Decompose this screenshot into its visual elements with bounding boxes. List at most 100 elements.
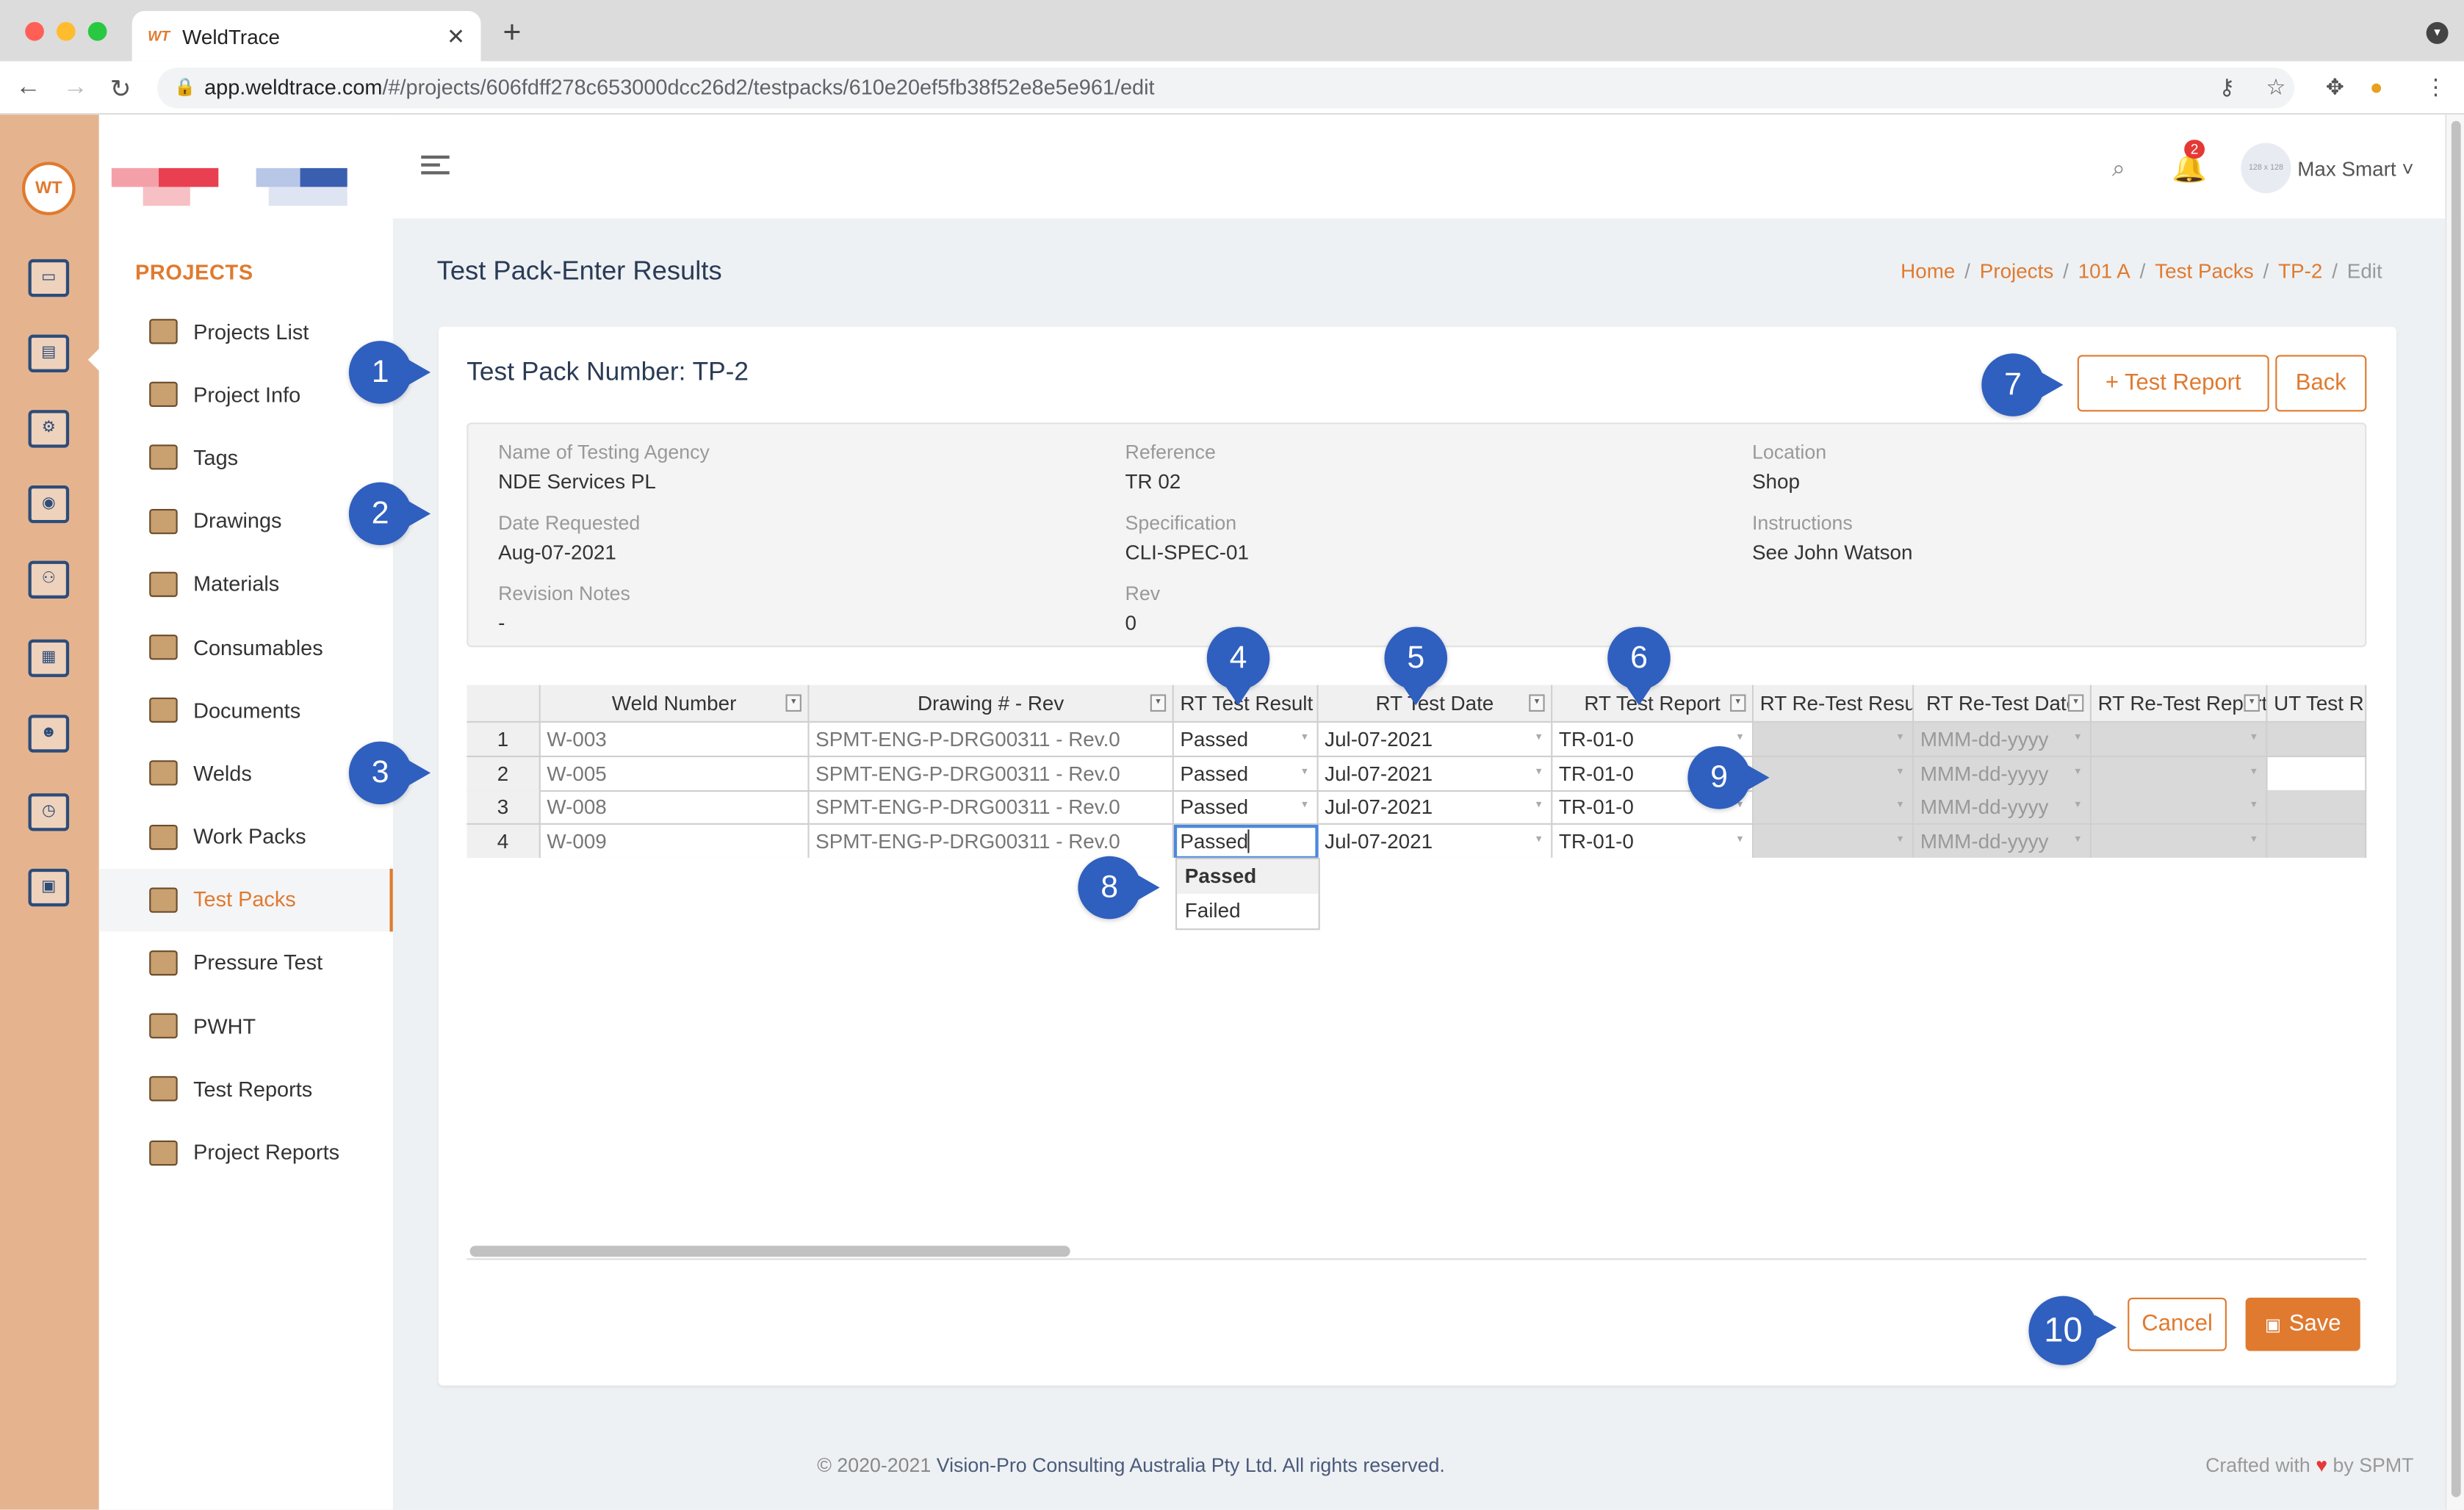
tab-search-icon[interactable]: ▾ [2426,21,2449,44]
rt-date-cell[interactable]: Jul-07-2021 ▾ [1318,823,1553,858]
report-board-icon[interactable]: ▦ [28,639,70,677]
page-scrollbar-thumb[interactable] [2451,120,2461,1498]
schedule-icon[interactable]: ◷ [28,793,70,831]
forward-icon[interactable]: → [63,74,88,103]
dropdown-arrow-icon[interactable]: ▾ [2075,765,2081,777]
ut-result-cell[interactable] [2267,823,2367,858]
rt-date-cell[interactable]: Jul-07-2021 ▾ [1318,756,1553,791]
sidebar-item-materials[interactable]: Materials [99,552,393,615]
dropdown-arrow-icon[interactable]: ▾ [1737,832,1743,845]
sidebar-item-documents[interactable]: Documents [99,679,393,742]
column-filter-icon[interactable]: ▾ [785,694,801,712]
minimize-window-button[interactable] [57,21,76,41]
rt-retest-report-cell[interactable]: ▾ [2092,790,2268,825]
column-header[interactable]: Drawing # - Rev ▾ [809,684,1174,723]
cancel-button[interactable]: Cancel [2128,1297,2227,1351]
column-header[interactable]: RT Re-Test Date ▾ [1914,684,2092,723]
breadcrumb-projects[interactable]: Projects [1980,259,2053,283]
app-logo[interactable]: WT [21,162,76,216]
rt-retest-date-cell[interactable]: MMM-dd-yyyy ▾ [1914,722,2092,757]
dropdown-arrow-icon[interactable]: ▾ [2075,798,2081,811]
dropdown-option-passed[interactable]: Passed [1177,859,1319,895]
dropdown-arrow-icon[interactable]: ▾ [2075,832,2081,845]
dropdown-arrow-icon[interactable]: ▾ [2251,832,2257,845]
scrollbar-thumb[interactable] [469,1246,1070,1257]
dropdown-arrow-icon[interactable]: ▾ [1898,832,1903,845]
dropdown-arrow-icon[interactable]: ▾ [1536,765,1542,777]
column-header[interactable]: Weld Number ▾ [540,684,810,723]
close-tab-icon[interactable]: ✕ [447,23,465,49]
user-menu[interactable]: Max Smart ˅ [2297,157,2413,181]
ut-result-cell[interactable] [2267,722,2367,757]
key-icon[interactable]: ⚷ [2219,74,2235,101]
save-button[interactable]: ▣ Save [2245,1297,2360,1351]
dropdown-option-failed[interactable]: Failed [1177,894,1319,928]
dropdown-arrow-icon[interactable]: ▾ [1536,832,1542,845]
dropdown-arrow-icon[interactable]: ▾ [1302,798,1308,811]
rt-result-cell[interactable]: Passed ▾ [1173,756,1319,791]
sidebar-item-pwht[interactable]: PWHT [99,994,393,1058]
breadcrumb-home[interactable]: Home [1901,259,1955,283]
team-icon[interactable]: ☻ [28,715,70,753]
org-chart-icon[interactable]: ⚇ [28,560,70,599]
maximize-window-button[interactable] [87,21,107,41]
grid-horizontal-scrollbar[interactable] [466,1241,2367,1260]
dropdown-arrow-icon[interactable]: ▾ [1536,731,1542,743]
breadcrumb-test-packs[interactable]: Test Packs [2155,259,2253,283]
rt-retest-report-cell[interactable]: ▾ [2092,722,2268,757]
add-test-report-button[interactable]: + Test Report [2077,355,2269,412]
notifications-bell-icon[interactable]: 🔔 2 [2172,140,2207,185]
breadcrumb-test-pack[interactable]: TP-2 [2278,259,2322,283]
dropdown-arrow-icon[interactable]: ▾ [1898,731,1903,743]
column-header[interactable]: UT Test R [2267,684,2367,723]
dropdown-arrow-icon[interactable]: ▾ [1898,798,1903,811]
back-icon[interactable]: ← [15,74,40,103]
welder-icon[interactable]: ◉ [28,485,70,524]
column-filter-icon[interactable]: ▾ [2067,694,2084,712]
profile-icon[interactable]: ● [2370,74,2383,99]
rt-result-cell[interactable]: Passed [1173,823,1319,858]
rt-report-cell[interactable]: TR-01-0 ▾ [1552,823,1754,858]
rt-retest-result-cell[interactable]: ▾ [1754,756,1914,791]
dropdown-arrow-icon[interactable]: ▾ [1302,765,1308,777]
sidebar-item-consumables[interactable]: Consumables [99,615,393,679]
url-field[interactable]: 🔒 app.weldtrace.com/#/projects/606fdff27… [156,67,2294,109]
sidebar-item-project-reports[interactable]: Project Reports [99,1121,393,1184]
sidebar-item-work-packs[interactable]: Work Packs [99,805,393,868]
rt-retest-result-cell[interactable]: ▾ [1754,722,1914,757]
browser-tab[interactable]: WT WeldTrace ✕ [132,10,481,62]
new-tab-icon[interactable]: + [502,15,521,51]
ut-result-cell[interactable] [2267,790,2367,825]
dropdown-arrow-icon[interactable]: ▾ [1302,731,1308,743]
rt-retest-date-cell[interactable]: MMM-dd-yyyy ▾ [1914,790,2092,825]
dropdown-arrow-icon[interactable]: ▾ [2251,798,2257,811]
close-window-button[interactable] [25,21,44,41]
sidebar-item-drawings[interactable]: Drawings [99,489,393,552]
dropdown-arrow-icon[interactable]: ▾ [1536,798,1542,811]
sidebar-item-test-reports[interactable]: Test Reports [99,1058,393,1121]
page-vertical-scrollbar[interactable] [2445,115,2464,1510]
rt-result-cell[interactable]: Passed ▾ [1173,790,1319,825]
column-filter-icon[interactable]: ▾ [2244,694,2260,712]
dropdown-arrow-icon[interactable]: ▾ [2075,731,2081,743]
bookmark-star-icon[interactable]: ☆ [2266,74,2285,101]
column-header[interactable]: RT Re-Test Report ▾ [2092,684,2268,723]
column-filter-icon[interactable]: ▾ [1150,694,1167,712]
column-filter-icon[interactable]: ▾ [1730,694,1746,712]
dropdown-arrow-icon[interactable]: ▾ [1898,765,1903,777]
rt-date-cell[interactable]: Jul-07-2021 ▾ [1318,722,1553,757]
breadcrumb-project[interactable]: 101 A [2078,259,2130,283]
rt-retest-report-cell[interactable]: ▾ [2092,823,2268,858]
sidebar-item-pressure-test[interactable]: Pressure Test [99,931,393,994]
search-icon[interactable]: ⌕ [2112,156,2125,182]
back-button[interactable]: Back [2275,355,2367,412]
rt-date-cell[interactable]: Jul-07-2021 ▾ [1318,790,1553,825]
extensions-icon[interactable]: ✥ [2326,74,2344,101]
dropdown-arrow-icon[interactable]: ▾ [2251,731,2257,743]
rt-result-cell[interactable]: Passed ▾ [1173,722,1319,757]
projects-folder-icon[interactable]: ▤ [28,334,70,372]
rt-retest-result-cell[interactable]: ▾ [1754,823,1914,858]
sidebar-item-tags[interactable]: Tags [99,426,393,489]
dropdown-arrow-icon[interactable]: ▾ [2251,765,2257,777]
dashboard-icon[interactable]: ▭ [28,259,70,297]
